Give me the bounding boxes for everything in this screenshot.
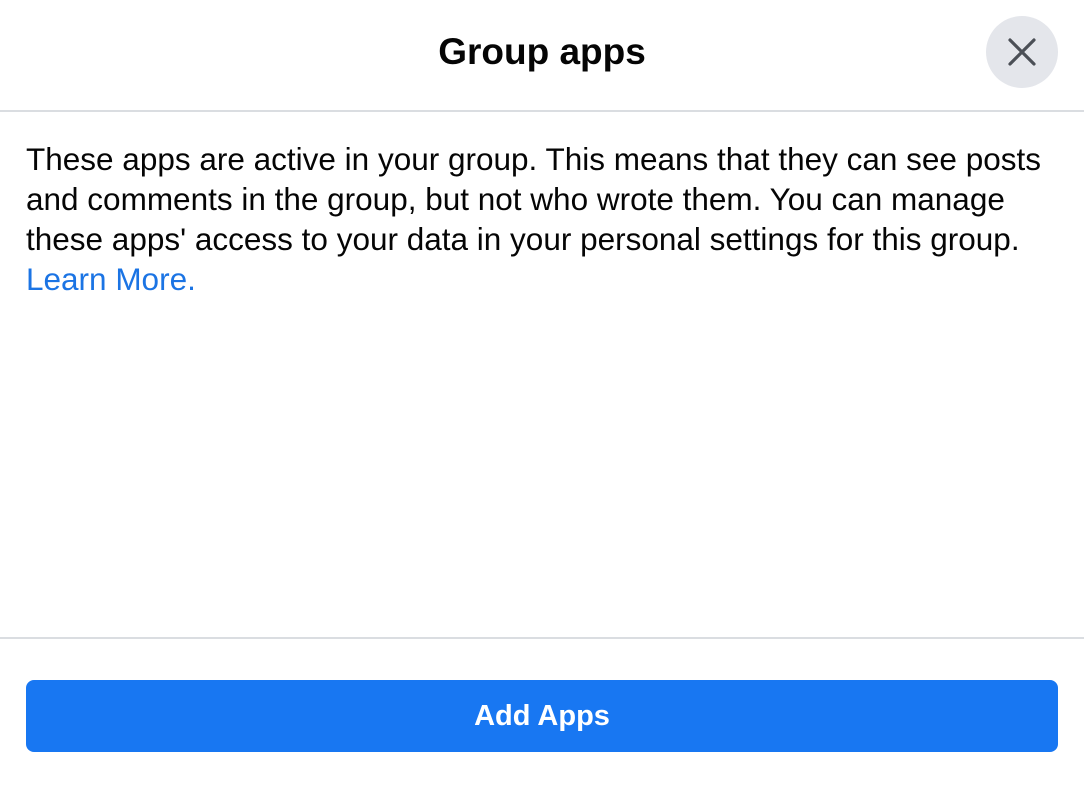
group-apps-dialog: Group apps These apps are active in your… — [0, 0, 1084, 808]
close-icon — [1005, 35, 1039, 69]
dialog-header: Group apps — [0, 0, 1084, 112]
learn-more-link[interactable]: Learn More. — [26, 261, 196, 297]
footer-divider — [0, 637, 1084, 639]
close-button[interactable] — [986, 16, 1058, 88]
add-apps-button[interactable]: Add Apps — [26, 680, 1058, 752]
description-text: These apps are active in your group. Thi… — [26, 141, 1041, 257]
dialog-title: Group apps — [438, 31, 646, 72]
dialog-description: These apps are active in your group. Thi… — [26, 139, 1061, 299]
